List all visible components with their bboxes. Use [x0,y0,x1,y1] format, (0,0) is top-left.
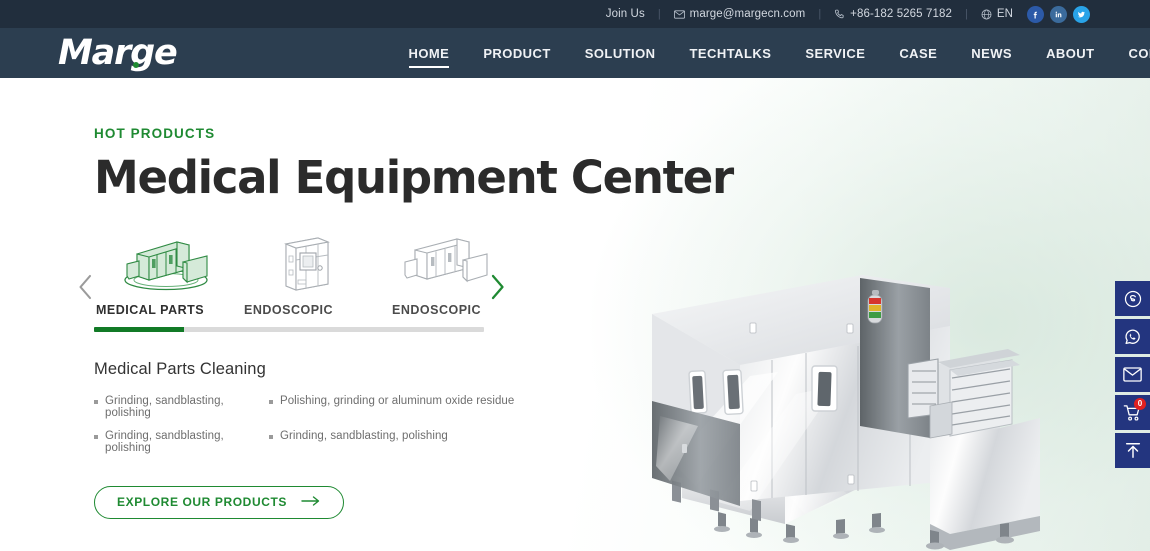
carousel-progress-bar[interactable] [94,326,484,332]
hero-content: HOT PRODUCTS Medical Equipment Center ME… [78,78,734,519]
logo-text: Marge [58,32,178,73]
main-navigation-bar: Marge HOME PRODUCT SOLUTION TECHTALKS SE… [0,28,1150,78]
bullet-square-icon [94,434,98,439]
cabinet-line-art-icon [234,234,374,292]
phone-text: +86-182 5265 7182 [850,8,952,20]
back-to-top-button[interactable] [1115,433,1150,468]
whatsapp-icon [1125,329,1140,345]
carousel-item-medical-parts[interactable]: MEDICAL PARTS [94,234,234,317]
explore-products-button[interactable]: EXPLORE OUR PRODUCTS [94,485,345,519]
phone-link[interactable]: +86-182 5265 7182 [834,8,952,20]
cart-badge: 0 [1134,398,1146,410]
list-item: Grinding, sandblasting, polishing [269,430,564,454]
nav-item-solution[interactable]: SOLUTION [568,28,673,78]
nav-links: HOME PRODUCT SOLUTION TECHTALKS SERVICE … [392,28,1150,78]
carousel-item-label: ENDOSCOPIC [244,302,334,317]
globe-icon [981,9,992,20]
hero-product-image [600,266,1070,551]
carousel-next-button[interactable] [484,270,510,304]
envelope-icon [1123,367,1142,382]
list-item-label: Grinding, sandblasting, polishing [105,394,224,419]
carousel-item-endoscopic-1[interactable]: ENDOSCOPIC [234,234,374,317]
floating-action-dock: 0 [1115,281,1150,468]
page-title: Medical Equipment Center [94,151,734,204]
list-item: Grinding, sandblasting, polishing [94,430,269,454]
email-link[interactable]: marge@margecn.com [673,8,806,20]
social-links [1027,5,1090,23]
phone-icon [834,9,845,20]
site-logo[interactable]: Marge [58,32,178,73]
email-button[interactable] [1115,357,1150,392]
explore-products-label: EXPLORE OUR PRODUCTS [117,495,288,510]
nav-item-contact[interactable]: CONTACT [1112,28,1150,78]
product-subtitle: Medical Parts Cleaning [94,359,266,378]
list-item: Polishing, grinding or aluminum oxide re… [269,395,564,419]
hero-kicker: HOT PRODUCTS [94,126,216,141]
nav-item-techtalks[interactable]: TECHTALKS [673,28,789,78]
carousel-prev-button[interactable] [72,270,98,304]
whatsapp-button[interactable] [1115,319,1150,354]
bullet-square-icon [94,399,98,404]
logo-dot-icon [133,61,139,68]
list-item: Grinding, sandblasting, polishing [94,395,269,419]
twitter-icon[interactable] [1073,5,1090,23]
topbar-separator-1: | [657,8,661,20]
join-us-link[interactable]: Join Us [606,8,645,20]
arrow-right-icon [301,495,321,509]
cart-button[interactable]: 0 [1115,395,1150,430]
topbar-separator-2: | [818,8,822,20]
envelope-icon [673,9,685,19]
top-utility-bar: Join Us | marge@margecn.com | +86-182 52… [0,0,1150,28]
bullet-square-icon [269,434,273,439]
topbar-separator-3: | [964,8,968,20]
nav-item-news[interactable]: NEWS [954,28,1029,78]
hero-section: HOT PRODUCTS Medical Equipment Center ME… [0,78,1150,551]
arrow-up-icon [1125,443,1140,458]
list-item-label: Grinding, sandblasting, polishing [105,429,224,454]
language-label: EN [996,8,1013,20]
facebook-icon[interactable] [1027,5,1044,23]
carousel-thumbnails: MEDICAL PARTS ENDOSCOPIC ENDOSCOPIC [94,234,514,317]
email-text: marge@margecn.com [689,8,806,20]
carousel-item-label: ENDOSCOPIC [392,302,482,317]
machine-line-art-icon [94,234,234,292]
product-carousel: MEDICAL PARTS ENDOSCOPIC ENDOSCOPIC [78,234,514,332]
nav-item-service[interactable]: SERVICE [788,28,882,78]
list-item-label: Polishing, grinding or aluminum oxide re… [280,394,515,407]
nav-item-product[interactable]: PRODUCT [466,28,567,78]
nav-item-home[interactable]: HOME [392,28,467,78]
bullet-square-icon [269,399,273,404]
linkedin-icon[interactable] [1050,5,1067,23]
list-item-label: Grinding, sandblasting, polishing [280,429,448,442]
language-switcher[interactable]: EN [981,8,1013,20]
page-root: Join Us | marge@margecn.com | +86-182 52… [0,0,1150,551]
skype-icon [1124,290,1141,307]
nav-item-about[interactable]: ABOUT [1029,28,1111,78]
carousel-item-label: MEDICAL PARTS [96,302,205,317]
carousel-progress-fill [94,326,184,332]
chevron-left-icon [78,274,91,299]
chevron-right-icon [491,274,504,299]
product-feature-list: Grinding, sandblasting, polishing Polish… [94,395,564,454]
nav-item-case[interactable]: CASE [882,28,954,78]
skype-button[interactable] [1115,281,1150,316]
join-us-label: Join Us [605,8,645,20]
